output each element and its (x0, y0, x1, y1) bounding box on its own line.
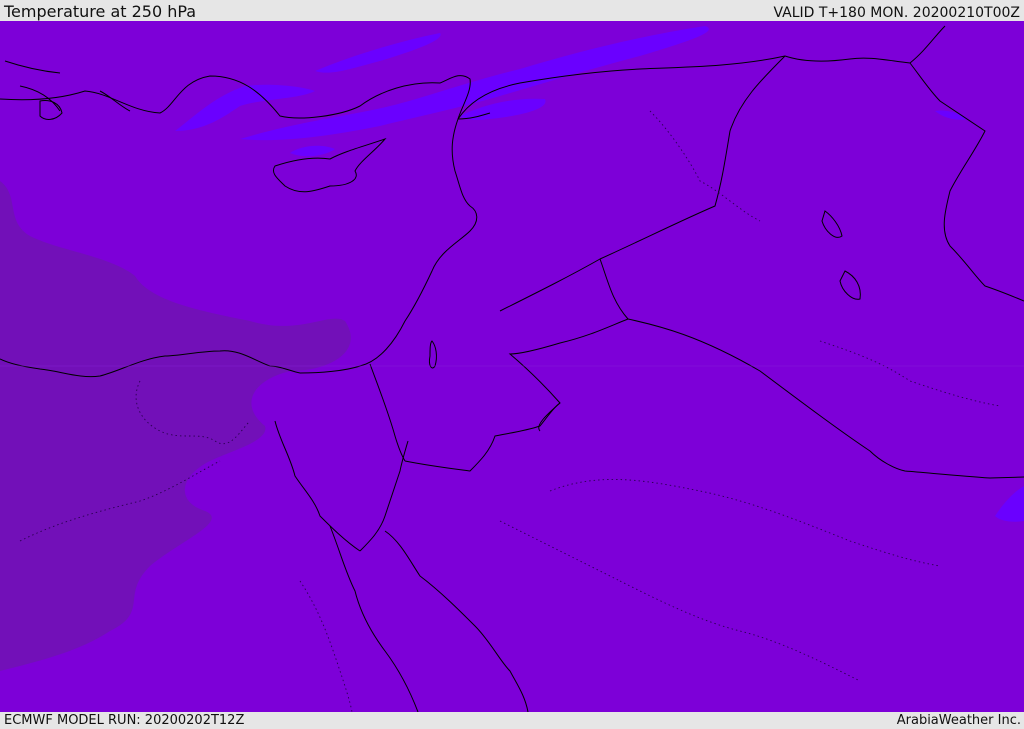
valid-time: VALID T+180 MON. 20200210T00Z (773, 5, 1020, 21)
map-title: Temperature at 250 hPa (4, 2, 197, 21)
weather-map[interactable] (0, 21, 1024, 712)
map-canvas (0, 21, 1024, 712)
model-run-label: ECMWF MODEL RUN: 20200202T12Z (4, 713, 245, 728)
header-bar: Temperature at 250 hPa VALID T+180 MON. … (0, 0, 1024, 21)
footer-bar: ECMWF MODEL RUN: 20200202T12Z ArabiaWeat… (0, 712, 1024, 729)
credit-label: ArabiaWeather Inc. (896, 713, 1021, 728)
